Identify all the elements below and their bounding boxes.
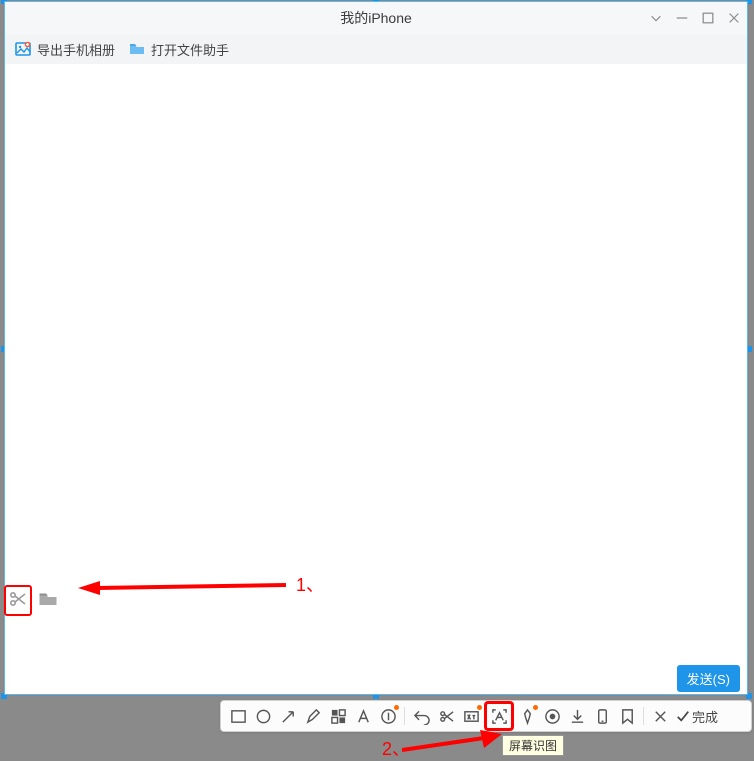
annotation-label-1: 1、 — [296, 571, 324, 597]
chat-window: 我的iPhone 导出手机相册 — [4, 1, 748, 695]
cut-button[interactable] — [435, 705, 457, 727]
text-tool[interactable] — [352, 705, 374, 727]
screen-ocr-icon — [491, 708, 508, 725]
done-button[interactable]: 完成 — [674, 707, 718, 726]
toolbar: 导出手机相册 打开文件助手 — [5, 34, 747, 64]
annotation-label-2: 2、 — [382, 735, 410, 761]
screen-ocr-button[interactable] — [484, 701, 514, 731]
input-tool-row — [4, 585, 58, 616]
pencil-tool[interactable] — [302, 705, 324, 727]
send-button[interactable]: 发送(S) — [677, 665, 740, 692]
favorite-button[interactable] — [616, 705, 638, 727]
open-file-helper-button[interactable]: 打开文件助手 — [129, 40, 229, 59]
check-icon — [676, 709, 690, 723]
ellipse-tool[interactable] — [252, 705, 274, 727]
arrow-tool[interactable] — [277, 705, 299, 727]
window-title: 我的iPhone — [340, 8, 412, 28]
dropdown-icon[interactable] — [649, 11, 663, 25]
tooltip: 屏幕识图 — [502, 735, 564, 756]
close-button[interactable] — [727, 11, 741, 25]
send-file-button[interactable] — [38, 589, 58, 612]
undo-button[interactable] — [410, 705, 432, 727]
folder-icon — [38, 589, 58, 609]
screenshot-button[interactable] — [4, 585, 32, 616]
mosaic-tool[interactable] — [327, 705, 349, 727]
open-file-helper-label: 打开文件助手 — [151, 40, 229, 59]
send-to-phone-button[interactable] — [591, 705, 613, 727]
export-album-button[interactable]: 导出手机相册 — [15, 40, 115, 59]
download-button[interactable] — [566, 705, 588, 727]
screenshot-toolbar: 完成 — [220, 700, 752, 732]
record-button[interactable] — [541, 705, 563, 727]
annotation-arrow-2 — [402, 730, 502, 752]
pin-button[interactable] — [516, 705, 538, 727]
translate-button[interactable] — [460, 705, 482, 727]
export-album-label: 导出手机相册 — [37, 40, 115, 59]
minimize-button[interactable] — [675, 11, 689, 25]
done-label: 完成 — [692, 707, 718, 726]
scissors-icon — [8, 589, 28, 609]
maximize-button[interactable] — [701, 11, 715, 25]
titlebar: 我的iPhone — [5, 2, 747, 34]
cancel-button[interactable] — [649, 705, 671, 727]
message-area — [5, 64, 747, 694]
photo-export-icon — [15, 41, 31, 57]
counter-tool[interactable] — [377, 705, 399, 727]
folder-icon — [129, 41, 145, 57]
rect-tool[interactable] — [227, 705, 249, 727]
